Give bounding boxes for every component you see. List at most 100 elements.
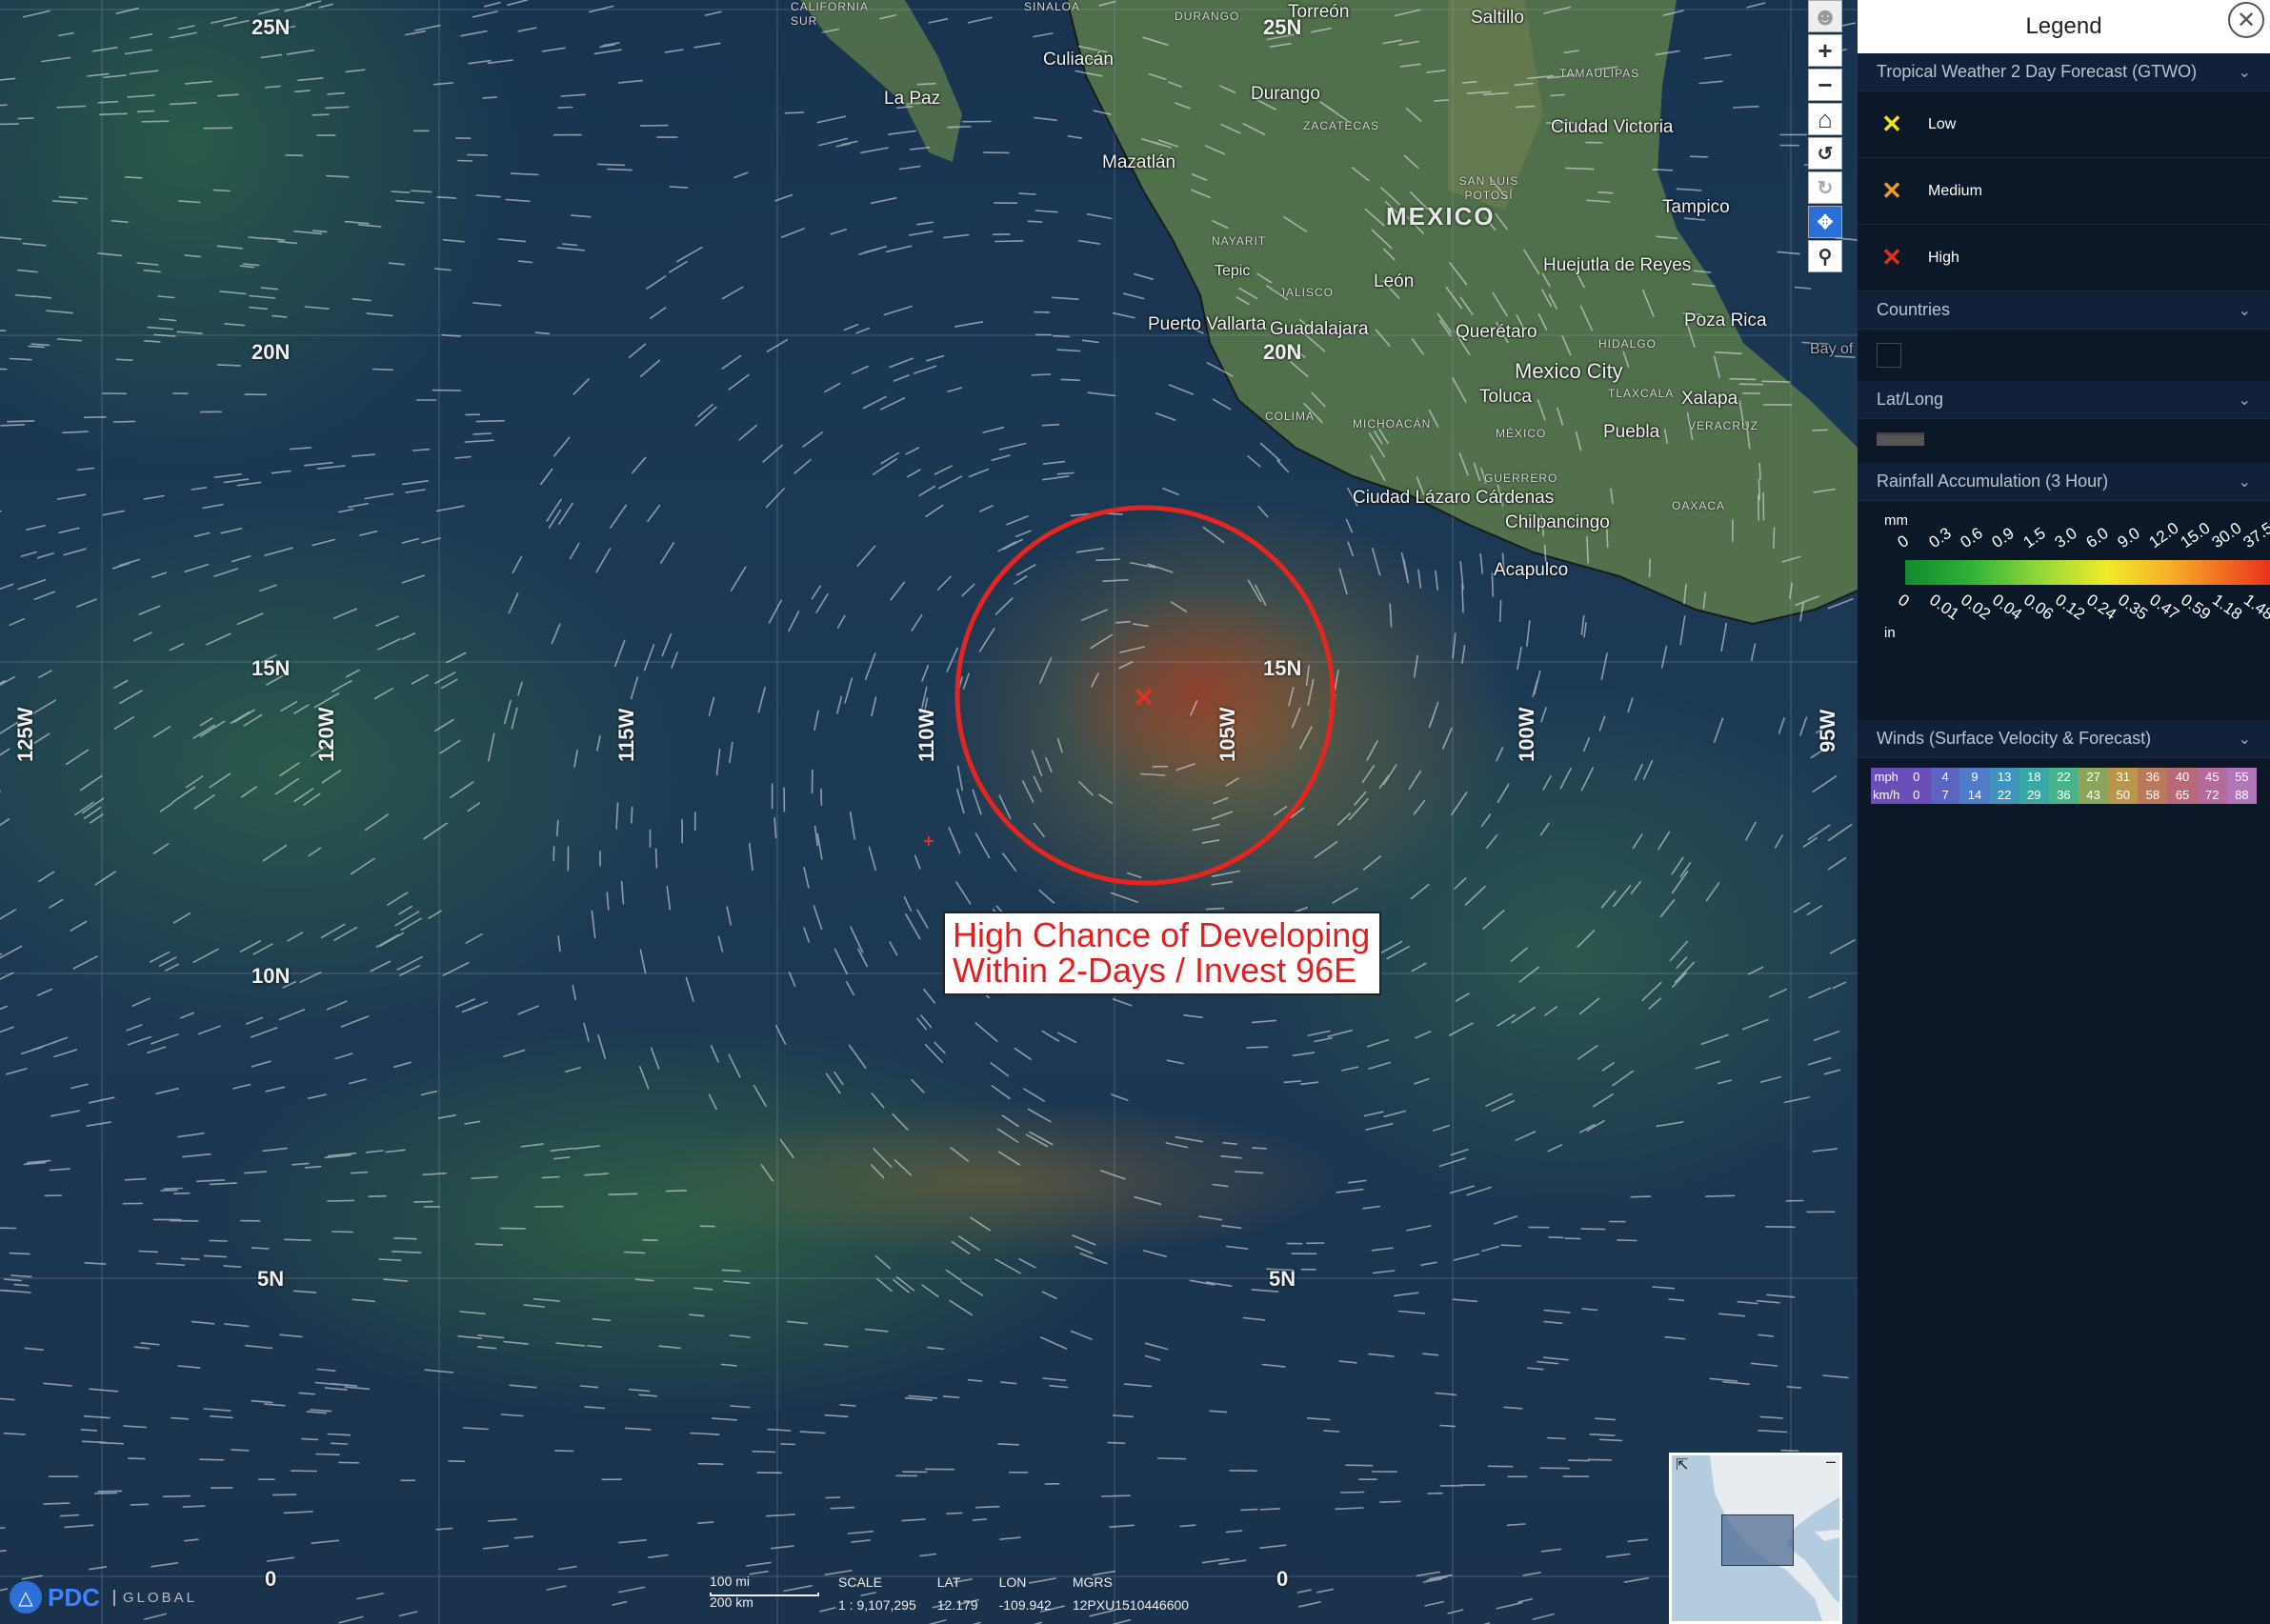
close-legend-button[interactable]: ✕	[2228, 2, 2264, 38]
legend-panel: Legend ✕ Tropical Weather 2 Day Forecast…	[1858, 0, 2270, 1624]
wind-scale-cell: 22	[2048, 768, 2079, 786]
city-label: Huejutla de Reyes	[1543, 255, 1692, 275]
map-canvas[interactable]: ✕ 25N 25N 20N 20N 15N 15N 10N 5N 5N 0 0 …	[0, 0, 1858, 1624]
city-label: Ciudad Lázaro Cárdenas	[1353, 488, 1554, 509]
city-label: Culiacán	[1043, 50, 1114, 70]
rotate-left-icon: ↺	[1817, 143, 1834, 165]
legend-section-latlong[interactable]: Lat/Long ⌄	[1858, 381, 2270, 419]
lat-label: LAT	[936, 1574, 961, 1590]
wind-scale-cell: 88	[2226, 786, 2257, 804]
rain-mm-tick: 6.0	[2082, 524, 2112, 552]
wind-scale-cell: 55	[2226, 768, 2257, 786]
scale-bar: 100 mi 200 km	[710, 1574, 819, 1610]
magnifier-icon: ⚲	[1818, 246, 1833, 268]
chevron-down-icon: ⌄	[2238, 391, 2251, 409]
wind-speed-scale: mph 0 4 9 13 18 22 27 31 36 40 45 55 km/h 0 7 14 22 29 36 4…	[1871, 768, 2257, 804]
wind-mph-row: mph 0 4 9 13 18 22 27 31 36 40 45 55	[1871, 768, 2257, 786]
rain-mm-tick: 0.9	[1988, 524, 2018, 552]
rain-in-tick: 0.24	[2083, 591, 2120, 624]
city-label: Tepic	[1215, 263, 1251, 279]
legend-section-countries[interactable]: Countries ⌄	[1858, 291, 2270, 330]
legend-item-label: Low	[1928, 115, 1957, 132]
home-button[interactable]: ⌂	[1808, 103, 1842, 135]
rain-unit-in: in	[1884, 625, 1896, 641]
overview-minimap[interactable]: ⇱ –	[1669, 1453, 1842, 1624]
wind-scale-cell: 65	[2167, 786, 2198, 804]
state-label: TLAXCALA	[1608, 387, 1675, 400]
wind-scale-cell: 4	[1930, 768, 1960, 786]
wind-scale-cell: 7	[1930, 786, 1960, 804]
rain-mm-tick: 0.3	[1925, 524, 1955, 552]
collapse-icon[interactable]: –	[1826, 1455, 1836, 1472]
wind-scale-cell: 40	[2167, 768, 2198, 786]
rain-in-tick: 0.35	[2115, 591, 2152, 624]
lat-label: 15N	[251, 656, 291, 680]
legend-section-winds[interactable]: Winds (Surface Velocity & Forecast) ⌄	[1858, 720, 2270, 758]
pan-button[interactable]: ✥	[1808, 206, 1842, 238]
wind-unit-kmh: km/h	[1871, 786, 1902, 804]
wind-scale-cell: 9	[1959, 768, 1990, 786]
rain-mm-tick: 1.5	[2019, 524, 2049, 552]
scale-km: 200 km	[710, 1594, 753, 1610]
city-label: Acapulco	[1494, 560, 1569, 580]
wind-scale-cell: 36	[2048, 786, 2079, 804]
wind-scale-cell: 18	[2019, 768, 2049, 786]
city-label: Guadalajara	[1270, 319, 1369, 339]
rotate-right-button[interactable]: ↻	[1808, 171, 1842, 204]
city-label: Xalapa	[1681, 389, 1738, 409]
state-label: JALISCO	[1279, 286, 1335, 299]
wind-unit-mph: mph	[1871, 768, 1902, 786]
legend-item-label: High	[1928, 249, 1959, 266]
section-title: Tropical Weather 2 Day Forecast (GTWO)	[1877, 62, 2198, 81]
mgrs-value: 12PXU1510446600	[1072, 1597, 1190, 1613]
lat-label: 15N	[1263, 656, 1302, 680]
state-label: CALIFORNIA SUR	[791, 0, 869, 28]
section-title: Countries	[1877, 300, 1951, 319]
storm-marker-high[interactable]: ✕	[1133, 682, 1155, 713]
logo-suffix: GLOBAL	[112, 1589, 197, 1606]
legend-section-rainfall[interactable]: Rainfall Accumulation (3 Hour) ⌄	[1858, 463, 2270, 501]
country-label: MEXICO	[1386, 202, 1496, 231]
pdc-logo: △ PDC GLOBAL	[10, 1581, 197, 1614]
wind-scale-cell: 22	[1989, 786, 2019, 804]
city-label: Puerto Vallarta	[1148, 314, 1267, 334]
wind-scale-cell: 14	[1959, 786, 1990, 804]
home-icon: ⌂	[1818, 104, 1833, 133]
minimap-viewport[interactable]	[1721, 1514, 1794, 1566]
city-label: Ciudad Victoria	[1551, 117, 1674, 137]
city-label: Chilpancingo	[1505, 512, 1610, 532]
storm-annotation-box: High Chance of Developing Within 2-Days …	[943, 912, 1381, 995]
wind-kmh-row: km/h 0 7 14 22 29 36 43 50 58 65 72 88	[1871, 786, 2257, 804]
section-title: Winds (Surface Velocity & Forecast)	[1877, 729, 2152, 748]
rotate-left-button[interactable]: ↺	[1808, 137, 1842, 170]
scale-value: 1 : 9,107,295	[838, 1597, 916, 1613]
lon-label: LON	[998, 1574, 1027, 1590]
city-label: Toluca	[1479, 387, 1532, 407]
move-icon: ✥	[1817, 211, 1834, 233]
zoom-box-button[interactable]: ⚲	[1808, 240, 1842, 272]
country-swatch	[1877, 343, 1901, 368]
expand-icon[interactable]: ⇱	[1676, 1455, 1688, 1474]
city-label: Querétaro	[1456, 322, 1537, 342]
legend-item-low: ✕ Low	[1858, 91, 2270, 158]
legend-title: Legend	[2025, 13, 2102, 39]
rain-in-tick: 0.06	[2020, 591, 2058, 624]
annotation-line-1: High Chance of Developing	[953, 915, 1371, 954]
close-icon: ✕	[2236, 7, 2257, 33]
lon-label: 100W	[1515, 707, 1538, 762]
zoom-out-button[interactable]: −	[1808, 69, 1842, 101]
legend-section-gtwo[interactable]: Tropical Weather 2 Day Forecast (GTWO) ⌄	[1858, 53, 2270, 91]
zoom-in-button[interactable]: +	[1808, 34, 1842, 67]
rain-unit-mm: mm	[1884, 512, 1908, 529]
lon-label: 95W	[1816, 709, 1839, 752]
latlong-swatch-row	[1858, 419, 2270, 463]
street-view-button[interactable]: ☻	[1808, 0, 1842, 32]
rainfall-color-bar	[1905, 560, 2270, 585]
chevron-down-icon: ⌄	[2238, 302, 2251, 319]
rainfall-scale: mm in 0 0.3 0.6 0.9 1.5 3.0 6.0 9.0 12.0 15.0 30.0…	[1858, 501, 2270, 720]
rain-mm-tick: 9.0	[2114, 524, 2143, 552]
legend-item-medium: ✕ Medium	[1858, 158, 2270, 225]
lat-label: 20N	[251, 340, 291, 364]
x-marker-icon: ✕	[1881, 243, 1902, 271]
lat-label: 5N	[257, 1267, 285, 1291]
